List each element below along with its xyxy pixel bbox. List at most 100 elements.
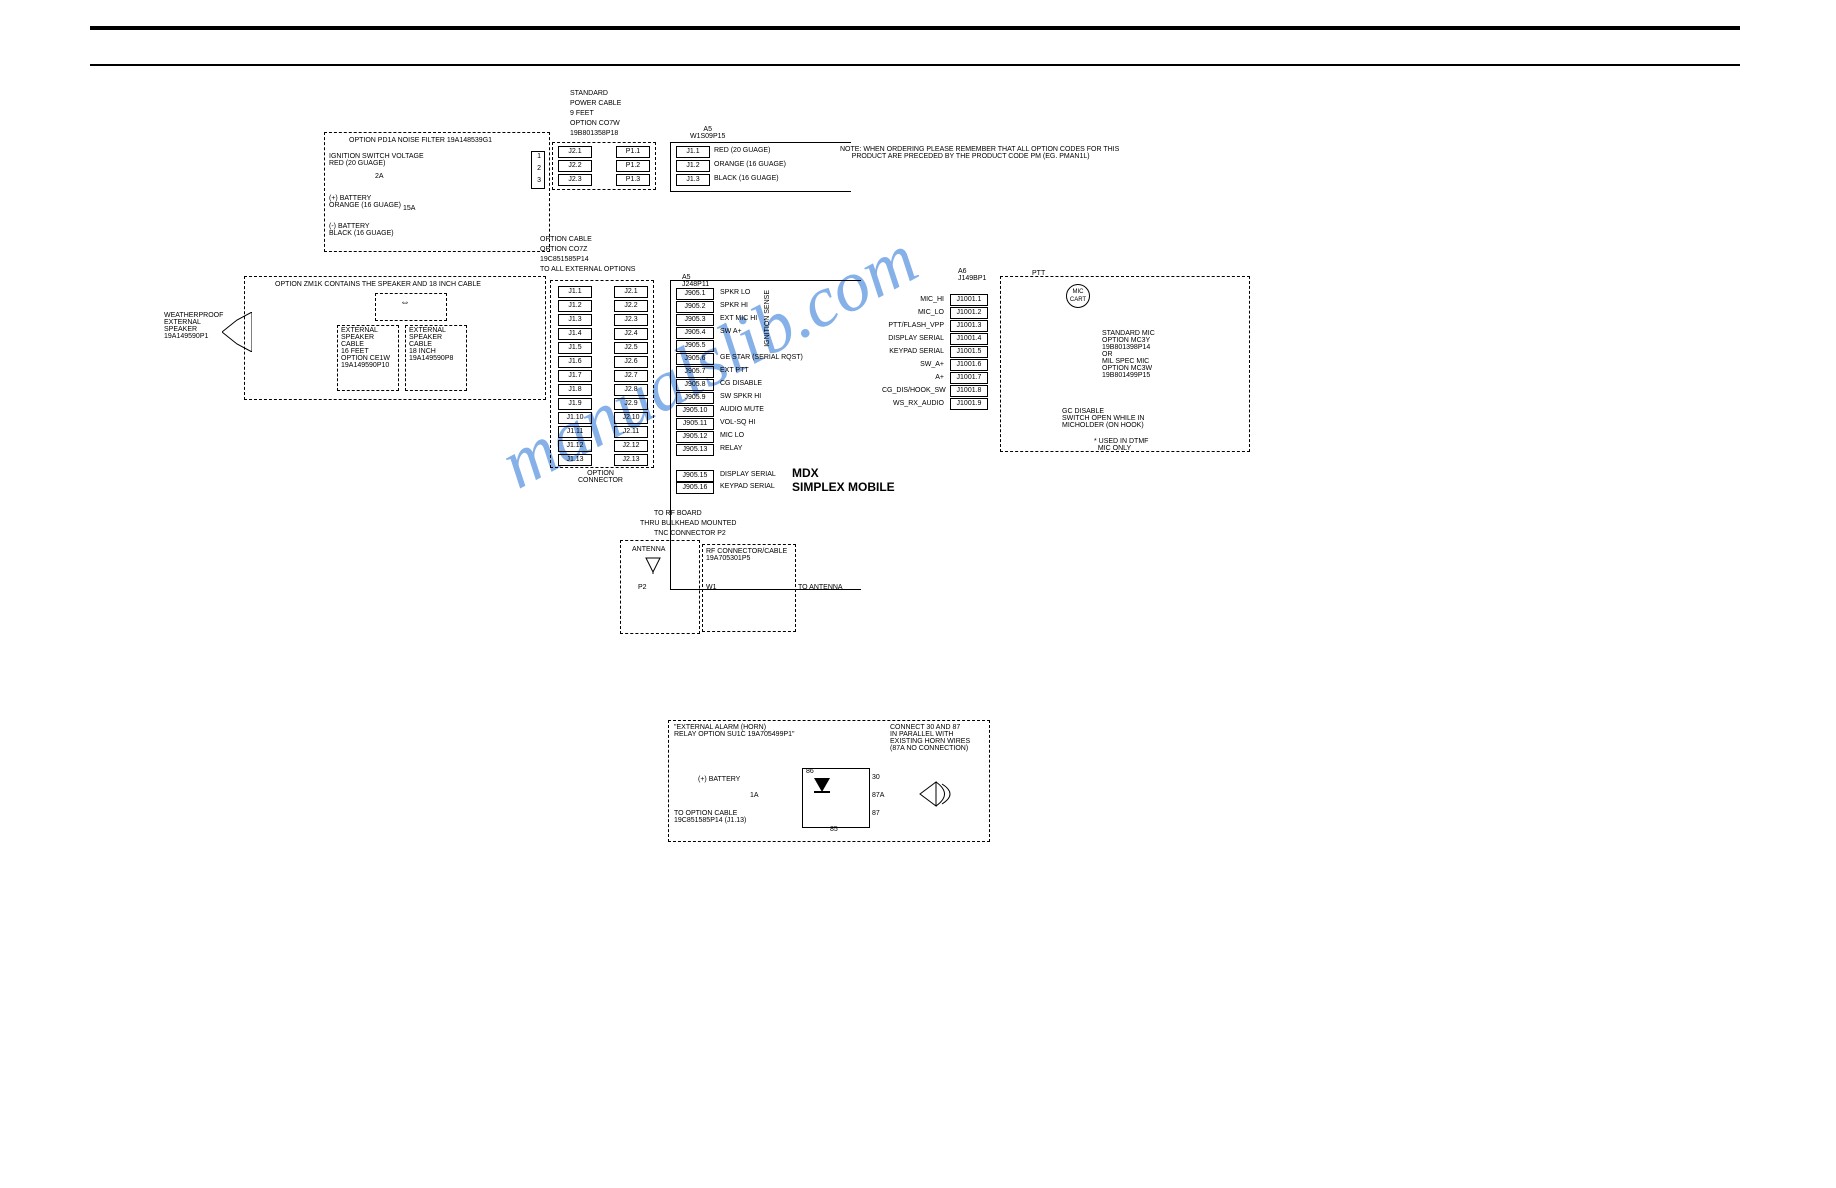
pin-J1.10: J1.10	[558, 412, 592, 424]
std-cable-2: POWER CABLE	[570, 100, 621, 107]
pin-J1001.6: J1001.6	[950, 359, 988, 371]
std-cable-3: 9 FEET	[570, 110, 594, 117]
std-mic: STANDARD MIC OPTION MC3Y 19B801398P14 OR…	[1102, 330, 1155, 379]
pin-J1001.7: J1001.7	[950, 372, 988, 384]
t2: 2	[537, 165, 541, 172]
batt-pos-label: (+) BATTERY ORANGE (16 GUAGE)	[329, 195, 401, 209]
pin-J2.8: J2.8	[614, 384, 648, 396]
pin-j2-2: J2.2	[558, 160, 592, 172]
pin-j905-16: J905.16	[676, 482, 714, 494]
filter-title: OPTION PD1A NOISE FILTER 19A148539G1	[349, 137, 492, 144]
pin-j905-15: J905.15	[676, 470, 714, 482]
cable18: EXTERNAL SPEAKER CABLE 18 INCH 19A149590…	[409, 327, 453, 362]
pin-J905.11: J905.11	[676, 418, 714, 430]
opt-cable-1: OPTION CABLE	[540, 236, 592, 243]
mic-sig-3: DISPLAY SERIAL	[882, 335, 944, 342]
t86: 86	[806, 768, 814, 775]
pin-J1001.2: J1001.2	[950, 307, 988, 319]
rf-l3: TNC CONNECTOR P2	[654, 530, 726, 537]
pin-J2.2: J2.2	[614, 300, 648, 312]
pin-p1-2: P1.2	[616, 160, 650, 172]
lbl-J905.12: MIC LO	[720, 432, 744, 439]
order-note: NOTE: WHEN ORDERING PLEASE REMEMBER THAT…	[840, 146, 1119, 160]
lbl-J905.3: EXT MIC HI	[720, 315, 757, 322]
ptt: PTT	[1032, 270, 1045, 277]
pin-j2-3: J2.3	[558, 174, 592, 186]
pin-J905.2: J905.2	[676, 301, 714, 313]
t87a: 87A	[872, 792, 884, 799]
pin-J1.11: J1.11	[558, 426, 592, 438]
lbl-J905.8: CG DISABLE	[720, 380, 762, 387]
pin-J1.3: J1.3	[558, 314, 592, 326]
pin-J2.6: J2.6	[614, 356, 648, 368]
speaker-title: OPTION ZM1K CONTAINS THE SPEAKER AND 18 …	[275, 281, 481, 288]
lbl-J905.2: SPKR HI	[720, 302, 748, 309]
t1: 1	[537, 153, 541, 160]
batt-neg-label: (-) BATTERY BLACK (16 GUAGE)	[329, 223, 394, 237]
speaker-icon	[222, 312, 252, 352]
pin-J1.7: J1.7	[558, 370, 592, 382]
pin-J1.6: J1.6	[558, 356, 592, 368]
rf-l2: THRU BULKHEAD MOUNTED	[640, 520, 736, 527]
pin-J2.3: J2.3	[614, 314, 648, 326]
mic-sig-1: MIC_LO	[882, 309, 944, 316]
pin-J2.1: J2.1	[614, 286, 648, 298]
rf-ant: ANTENNA	[632, 546, 665, 553]
lbl-j905-16: KEYPAD SERIAL	[720, 483, 775, 490]
alarm-block: "EXTERNAL ALARM (HORN) RELAY OPTION SU1C…	[668, 720, 988, 850]
std-cable-4: OPTION CO7W	[570, 120, 620, 127]
pin-J905.9: J905.9	[676, 392, 714, 404]
lbl-J905.1: SPKR LO	[720, 289, 750, 296]
lbl-J905.4: SW A+	[720, 328, 742, 335]
rule-top	[90, 26, 1740, 30]
antenna-icon	[644, 556, 662, 574]
opt-cable-2: OPTION CO7Z	[540, 246, 587, 253]
pin-J905.7: J905.7	[676, 366, 714, 378]
lbl-J905.11: VOL-SQ HI	[720, 419, 755, 426]
mic-sig-6: A+	[882, 374, 944, 381]
pin-J1.2: J1.2	[558, 300, 592, 312]
pin-J1.4: J1.4	[558, 328, 592, 340]
t87: 87	[872, 810, 880, 817]
pin-J1.8: J1.8	[558, 384, 592, 396]
mic-sig-7: CG_DIS/HOOK_SW	[882, 387, 944, 394]
rf-cable: RF CONNECTOR/CABLE 19A705301P5	[706, 548, 787, 562]
pin-J2.13: J2.13	[614, 454, 648, 466]
pin-J2.7: J2.7	[614, 370, 648, 382]
amp-2a: 2A	[375, 173, 384, 180]
pin-J2.10: J2.10	[614, 412, 648, 424]
mic-sig-0: MIC_HI	[882, 296, 944, 303]
opt-cable-3: 19C851585P14	[540, 256, 589, 263]
alarm-conn: CONNECT 30 AND 87 IN PARALLEL WITH EXIST…	[890, 724, 970, 752]
lbl-j905-15: DISPLAY SERIAL	[720, 471, 776, 478]
amp-15a: 15A	[403, 205, 415, 212]
pin-j1-1: J1.1	[676, 146, 710, 158]
mic-sig-4: KEYPAD SERIAL	[882, 348, 944, 355]
pin-J905.1: J905.1	[676, 288, 714, 300]
pin-J1.12: J1.12	[558, 440, 592, 452]
j1-red: RED (20 GUAGE)	[714, 147, 770, 154]
noise-filter-box: OPTION PD1A NOISE FILTER 19A148539G1 IGN…	[324, 132, 550, 252]
pin-J905.12: J905.12	[676, 431, 714, 443]
pin-J905.5: J905.5	[676, 340, 714, 352]
alarm-batt: (+) BATTERY	[698, 776, 740, 783]
pin-p1-3: P1.3	[616, 174, 650, 186]
opt-conn-label: OPTION CONNECTOR	[578, 470, 623, 484]
pin-J2.11: J2.11	[614, 426, 648, 438]
rf-w1: W1	[706, 584, 717, 591]
pin-J905.6: J905.6	[676, 353, 714, 365]
double-arrow-icon: ⇔	[400, 297, 410, 308]
std-cable-5: 19B801358P18	[570, 130, 618, 137]
pin-J2.12: J2.12	[614, 440, 648, 452]
pin-J1.1: J1.1	[558, 286, 592, 298]
pin-J1001.5: J1001.5	[950, 346, 988, 358]
ignition-label: IGNITION SWITCH VOLTAGE RED (20 GUAGE)	[329, 153, 424, 167]
speaker-box: OPTION ZM1K CONTAINS THE SPEAKER AND 18 …	[244, 276, 546, 400]
rf-p2: P2	[638, 584, 647, 591]
a6-header: A6 J149BP1	[958, 268, 986, 282]
lbl-J905.10: AUDIO MUTE	[720, 406, 764, 413]
pin-J1001.9: J1001.9	[950, 398, 988, 410]
rf-l1: TO RF BOARD	[654, 510, 702, 517]
alarm-amp: 1A	[750, 792, 759, 799]
diode-icon	[812, 776, 832, 816]
